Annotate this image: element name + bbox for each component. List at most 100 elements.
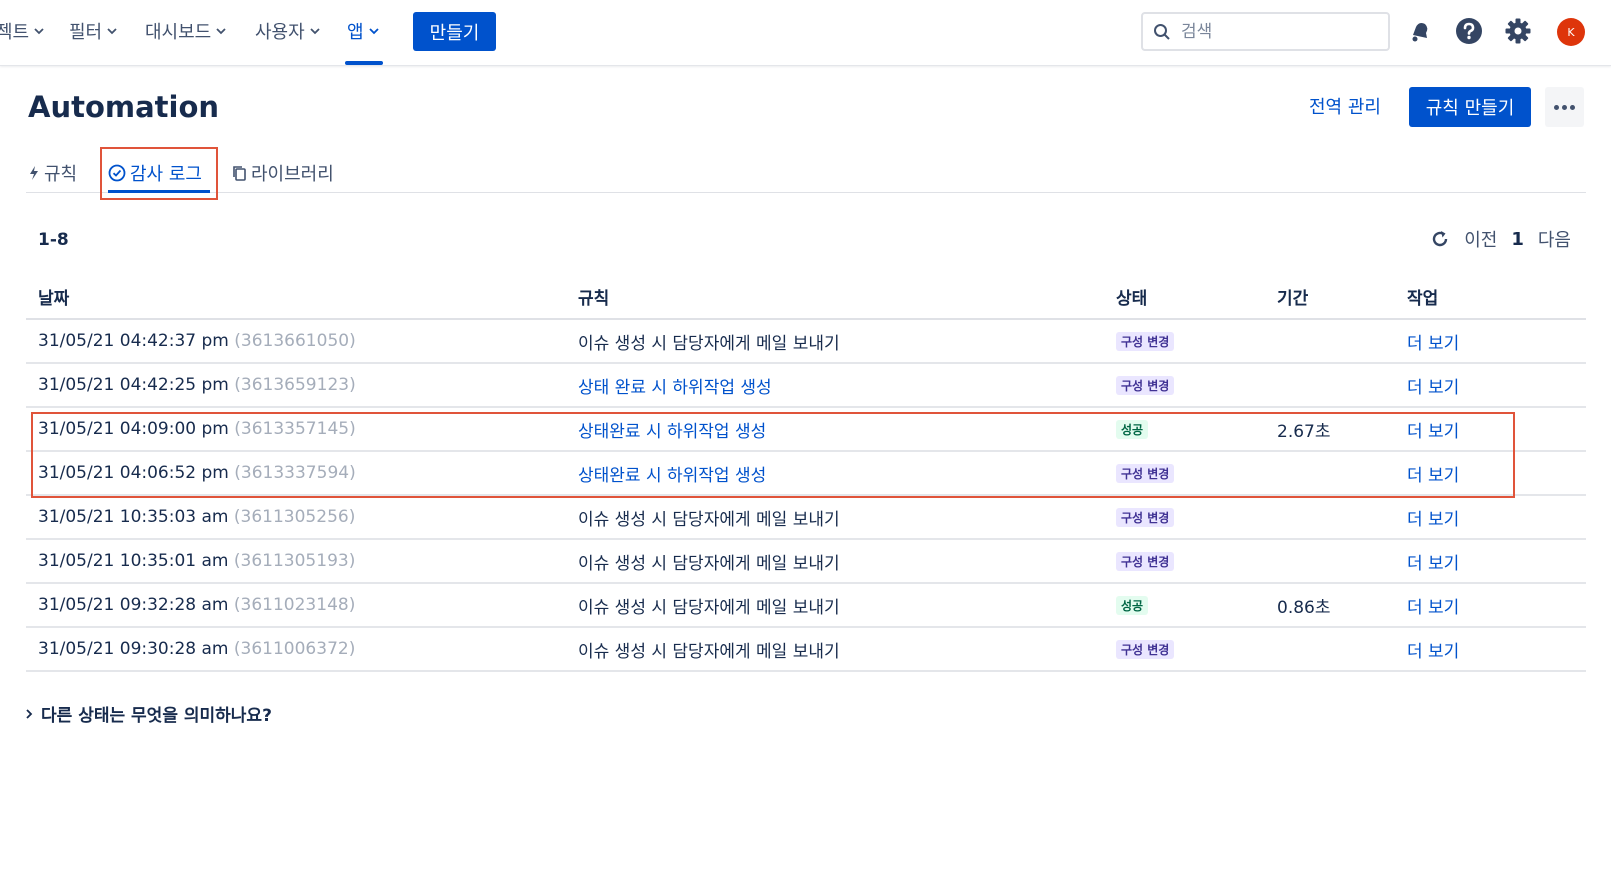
rule-name: 이슈 생성 시 담당자에게 메일 보내기 xyxy=(578,597,840,618)
status-cell: 구성 변경 xyxy=(1104,319,1265,364)
view-more-link[interactable]: 더 보기 xyxy=(1407,334,1459,354)
view-more-link[interactable]: 더 보기 xyxy=(1407,422,1459,442)
table-header-row: 날짜 규칙 상태 기간 작업 xyxy=(26,275,1586,320)
tab-library[interactable]: 라이브러리 xyxy=(231,160,334,186)
date-text: 31/05/21 10:35:03 am xyxy=(38,507,229,527)
next-page-button[interactable]: 다음 xyxy=(1538,226,1571,252)
table-row: 31/05/21 10:35:01 am (3611305193) 이슈 생성 시… xyxy=(26,539,1586,584)
view-more-link[interactable]: 더 보기 xyxy=(1407,598,1459,618)
more-actions-button[interactable] xyxy=(1545,87,1584,127)
date-cell: 31/05/21 10:35:01 am (3611305193) xyxy=(26,539,566,584)
table-row: 31/05/21 09:30:28 am (3611006372) 이슈 생성 시… xyxy=(26,627,1586,672)
nav-item-people[interactable]: 사용자 xyxy=(255,18,321,44)
help-button[interactable] xyxy=(1455,17,1483,45)
status-badge: 성공 xyxy=(1116,420,1149,439)
nav-item-projects[interactable]: 젝트 xyxy=(0,18,45,44)
nav-item-label: 사용자 xyxy=(255,22,305,43)
nav-item-apps[interactable]: 앱 xyxy=(347,18,380,44)
help-icon xyxy=(1456,18,1482,44)
status-cell: 구성 변경 xyxy=(1104,627,1265,672)
settings-button[interactable] xyxy=(1504,17,1532,45)
column-header-status[interactable]: 상태 xyxy=(1104,275,1265,320)
date-cell: 31/05/21 04:09:00 pm (3613357145) xyxy=(26,407,566,452)
status-badge: 구성 변경 xyxy=(1116,552,1175,571)
execution-id: (3611305256) xyxy=(233,507,356,527)
tab-label: 라이브러리 xyxy=(251,164,334,185)
rule-cell: 이슈 생성 시 담당자에게 메일 보내기 xyxy=(566,319,1104,364)
date-cell: 31/05/21 04:42:25 pm (3613659123) xyxy=(26,363,566,408)
more-dot-icon xyxy=(1570,104,1575,110)
gear-icon xyxy=(1505,18,1531,44)
column-header-date[interactable]: 날짜 xyxy=(26,275,566,320)
prev-page-button[interactable]: 이전 xyxy=(1464,226,1497,252)
column-header-rule[interactable]: 규칙 xyxy=(566,275,1104,320)
create-button[interactable]: 만들기 xyxy=(413,12,496,51)
rule-cell: 이슈 생성 시 담당자에게 메일 보내기 xyxy=(566,627,1104,672)
status-badge: 구성 변경 xyxy=(1116,332,1175,351)
duration-cell: 2.67초 xyxy=(1265,407,1395,452)
rule-name: 이슈 생성 시 담당자에게 메일 보내기 xyxy=(578,509,840,530)
date-cell: 31/05/21 10:35:03 am (3611305256) xyxy=(26,495,566,540)
rule-name[interactable]: 상태완료 시 하위작업 생성 xyxy=(578,466,766,486)
nav-item-label: 앱 xyxy=(347,22,364,43)
rule-name[interactable]: 상태 완료 시 하위작업 생성 xyxy=(578,378,772,398)
nav-item-label: 젝트 xyxy=(0,22,30,43)
duration-cell xyxy=(1265,451,1395,496)
date-text: 31/05/21 10:35:01 am xyxy=(38,551,229,571)
execution-id: (3613357145) xyxy=(234,419,356,439)
action-cell: 더 보기 xyxy=(1395,495,1586,540)
duration-cell xyxy=(1265,363,1395,408)
status-badge: 구성 변경 xyxy=(1116,508,1175,527)
search-input[interactable] xyxy=(1181,21,1371,42)
table-row: 31/05/21 04:42:25 pm (3613659123) 상태 완료 시… xyxy=(26,363,1586,408)
date-text: 31/05/21 09:30:28 am xyxy=(38,639,229,659)
more-dot-icon xyxy=(1562,104,1567,110)
global-admin-link[interactable]: 전역 관리 xyxy=(1309,93,1381,119)
execution-id: (3611006372) xyxy=(233,639,356,659)
rule-cell: 상태 완료 시 하위작업 생성 xyxy=(566,363,1104,408)
nav-item-filters[interactable]: 필터 xyxy=(69,18,118,44)
execution-id: (3611023148) xyxy=(233,595,356,615)
notifications-button[interactable] xyxy=(1406,17,1434,45)
lightning-icon xyxy=(30,166,38,180)
rule-cell: 이슈 생성 시 담당자에게 메일 보내기 xyxy=(566,583,1104,628)
refresh-icon[interactable] xyxy=(1430,229,1450,249)
chevron-down-icon xyxy=(310,28,320,35)
status-cell: 구성 변경 xyxy=(1104,539,1265,584)
status-help-toggle[interactable]: 다른 상태는 무엇을 의미하나요? xyxy=(25,701,272,726)
rule-name[interactable]: 상태완료 시 하위작업 생성 xyxy=(578,422,766,442)
execution-id: (3613337594) xyxy=(234,463,356,483)
audit-log-table: 날짜 규칙 상태 기간 작업 31/05/21 04:42:37 pm (361… xyxy=(26,275,1586,672)
nav-active-indicator xyxy=(345,61,383,65)
rule-name: 이슈 생성 시 담당자에게 메일 보내기 xyxy=(578,553,840,574)
chevron-down-icon xyxy=(107,28,117,35)
view-more-link[interactable]: 더 보기 xyxy=(1407,554,1459,574)
action-cell: 더 보기 xyxy=(1395,451,1586,496)
chevron-down-icon xyxy=(34,28,44,35)
search-box[interactable] xyxy=(1141,12,1390,51)
tabs-divider xyxy=(26,192,1586,193)
action-cell: 더 보기 xyxy=(1395,627,1586,672)
status-badge: 성공 xyxy=(1116,596,1149,615)
view-more-link[interactable]: 더 보기 xyxy=(1407,466,1459,486)
action-cell: 더 보기 xyxy=(1395,583,1586,628)
create-rule-button[interactable]: 규칙 만들기 xyxy=(1409,87,1531,127)
status-cell: 성공 xyxy=(1104,407,1265,452)
view-more-link[interactable]: 더 보기 xyxy=(1407,510,1459,530)
top-navigation: 젝트 필터 대시보드 사용자 앱 만들기 검색 K xyxy=(0,0,1611,66)
view-more-link[interactable]: 더 보기 xyxy=(1407,378,1459,398)
avatar[interactable]: K xyxy=(1557,18,1585,46)
rule-cell: 상태완료 시 하위작업 생성 xyxy=(566,451,1104,496)
action-cell: 더 보기 xyxy=(1395,319,1586,364)
action-cell: 더 보기 xyxy=(1395,539,1586,584)
current-page[interactable]: 1 xyxy=(1511,229,1524,250)
status-help-label: 다른 상태는 무엇을 의미하나요? xyxy=(41,706,272,726)
date-cell: 31/05/21 04:42:37 pm (3613661050) xyxy=(26,319,566,364)
tab-rules[interactable]: 규칙 xyxy=(28,160,77,186)
chevron-down-icon xyxy=(216,28,226,35)
rule-name: 이슈 생성 시 담당자에게 메일 보내기 xyxy=(578,641,840,662)
nav-item-dashboards[interactable]: 대시보드 xyxy=(145,18,227,44)
view-more-link[interactable]: 더 보기 xyxy=(1407,642,1459,662)
date-cell: 31/05/21 09:30:28 am (3611006372) xyxy=(26,627,566,672)
column-header-duration[interactable]: 기간 xyxy=(1265,275,1395,320)
